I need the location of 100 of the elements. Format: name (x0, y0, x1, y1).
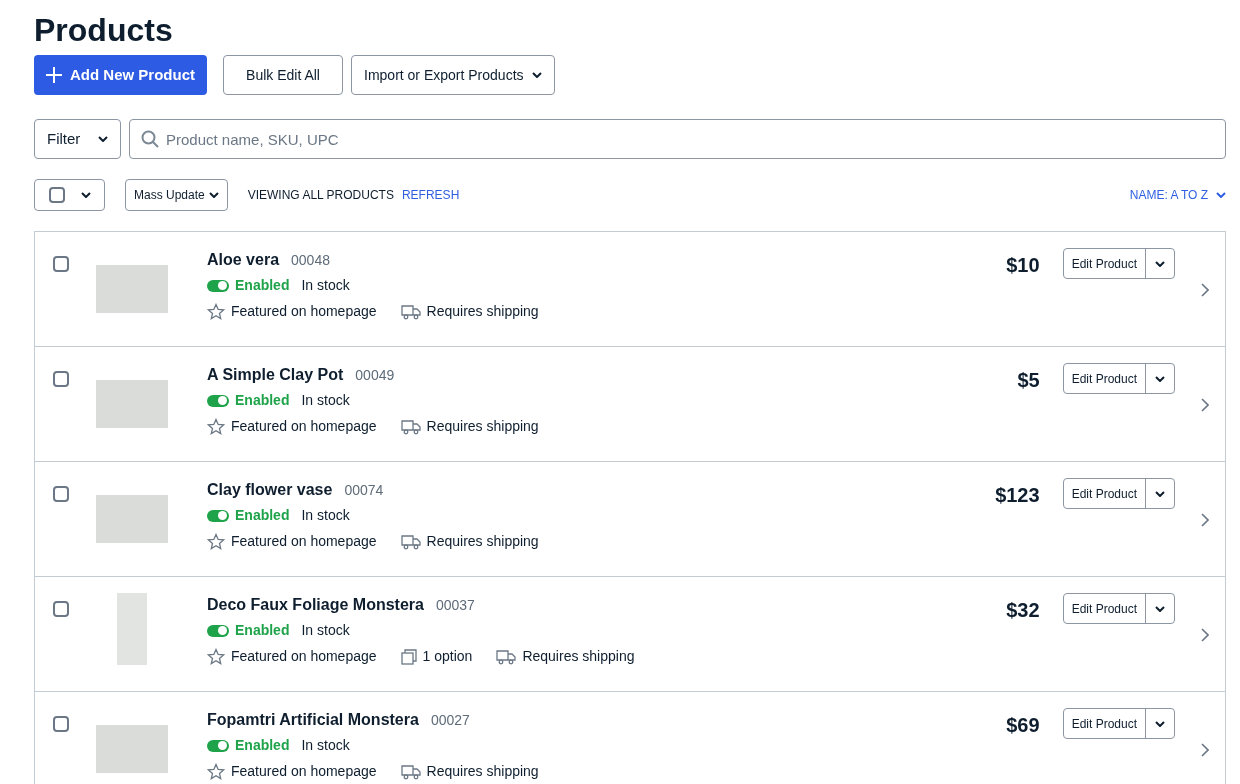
toggle-switch[interactable] (207, 739, 229, 752)
product-name[interactable]: Aloe vera (207, 248, 280, 272)
product-name[interactable]: A Simple Clay Pot (207, 363, 344, 387)
caret-icon (1155, 375, 1165, 382)
stock-label: In stock (301, 506, 350, 525)
edit-product-split-button[interactable]: Edit Product (1062, 708, 1175, 739)
product-price: $10 (1006, 253, 1040, 278)
photo-placeholder (117, 593, 147, 665)
truck-icon (400, 763, 421, 780)
tag-label: Featured on homepage (231, 762, 377, 781)
edit-product-split-button[interactable]: Edit Product (1062, 593, 1175, 624)
plus-icon (46, 67, 62, 83)
product-sku: 00074 (344, 481, 384, 500)
edit-product-button[interactable]: Edit Product (1063, 364, 1146, 393)
product-name[interactable]: Clay flower vase (207, 478, 333, 502)
product-price: $123 (995, 483, 1040, 508)
product-row[interactable]: Aloe vera 00048 Enabled In stock Featured on homepage Requires shipping $10 Edit Product (35, 232, 1225, 347)
photo-placeholder (96, 495, 168, 543)
stock-label: In stock (301, 621, 350, 640)
tag-label: Featured on homepage (231, 417, 377, 436)
chevron-right-icon (1201, 743, 1209, 757)
toggle-switch[interactable] (207, 279, 229, 292)
star-icon (207, 532, 225, 551)
truck-icon (400, 533, 421, 550)
product-sku: 00037 (435, 596, 475, 615)
product-price: $32 (1006, 598, 1040, 623)
product-name[interactable]: Deco Faux Foliage Monstera (207, 593, 424, 617)
mass-update-dropdown[interactable]: Mass Update (125, 179, 228, 211)
photo-placeholder (96, 380, 168, 428)
copy-icon (400, 648, 417, 665)
refresh-link[interactable]: REFRESH (401, 186, 460, 204)
edit-product-button[interactable]: Edit Product (1063, 594, 1146, 623)
chevron-right-icon (1201, 283, 1209, 297)
edit-product-split-button[interactable]: Edit Product (1062, 478, 1175, 509)
caret-icon (80, 192, 91, 198)
toggle-switch[interactable] (207, 394, 229, 407)
product-row[interactable]: Clay flower vase 00074 Enabled In stock Featured on homepage Requires shipping $123 Edit Product (35, 462, 1225, 577)
product-row[interactable]: Fopamtri Artificial Monstera 00027 Enabled In stock Featured on homepage Requires shipping $69 Edit Product (35, 692, 1225, 784)
checkbox[interactable] (53, 716, 69, 732)
chevron-right-icon (1201, 628, 1209, 642)
filter-dropdown[interactable]: Filter (34, 119, 121, 159)
caret-icon (1155, 720, 1165, 727)
edit-product-button[interactable]: Edit Product (1063, 479, 1146, 508)
bulk-edit-button[interactable]: Bulk Edit All (223, 55, 343, 95)
toggle-switch[interactable] (207, 509, 229, 522)
product-row[interactable]: Deco Faux Foliage Monstera 00037 Enabled In stock Featured on homepage 1 option Requires shipping $32 Edit Product (35, 577, 1225, 692)
star-icon (207, 417, 225, 436)
star-icon (207, 647, 225, 666)
truck-icon (496, 648, 517, 665)
tag-label: Featured on homepage (231, 532, 377, 551)
status-label: Enabled (235, 391, 290, 410)
edit-product-split-button[interactable]: Edit Product (1062, 363, 1175, 394)
product-sku: 00048 (291, 251, 330, 270)
caret-icon (98, 136, 108, 142)
tag-label: Featured on homepage (231, 302, 377, 321)
checkbox[interactable] (53, 601, 69, 617)
checkbox[interactable] (53, 256, 69, 272)
viewing-label: VIEWING ALL PRODUCTS (247, 187, 394, 204)
stock-label: In stock (301, 736, 350, 755)
edit-product-split-button[interactable]: Edit Product (1062, 248, 1175, 279)
import-export-dropdown[interactable]: Import or Export Products (351, 55, 555, 95)
tag-label: Requires shipping (426, 302, 539, 321)
product-sku: 00049 (355, 366, 395, 385)
tag-label: Requires shipping (522, 647, 635, 666)
status-label: Enabled (235, 621, 290, 640)
product-price: $5 (1017, 368, 1040, 393)
star-icon (207, 302, 225, 321)
checkbox[interactable] (53, 486, 69, 502)
product-row[interactable]: A Simple Clay Pot 00049 Enabled In stock Featured on homepage Requires shipping $5 Edit Product (35, 347, 1225, 462)
add-product-button[interactable]: Add New Product (34, 55, 207, 95)
photo-placeholder (96, 725, 168, 773)
truck-icon (400, 418, 421, 435)
search-icon (141, 130, 159, 148)
edit-product-button[interactable]: Edit Product (1063, 249, 1146, 278)
sort-dropdown[interactable]: NAME: A TO Z (1129, 186, 1226, 204)
product-name[interactable]: Fopamtri Artificial Monstera (207, 708, 419, 732)
caret-icon (1155, 260, 1165, 267)
product-sku: 00027 (430, 711, 470, 730)
tag-label: Requires shipping (426, 532, 539, 551)
tag-label: 1 option (422, 647, 473, 666)
caret-icon (1155, 490, 1165, 497)
toggle-switch[interactable] (207, 624, 229, 637)
tag-label: Featured on homepage (231, 647, 377, 666)
caret-icon (1155, 605, 1165, 612)
search-field[interactable]: Product name, SKU, UPC (129, 119, 1226, 159)
tag-label: Requires shipping (426, 762, 539, 781)
caret-icon (531, 72, 542, 78)
page-title: Products (34, 11, 174, 50)
status-label: Enabled (235, 506, 290, 525)
select-all-dropdown[interactable] (34, 179, 105, 211)
checkbox[interactable] (53, 371, 69, 387)
caret-icon (1216, 192, 1226, 198)
caret-icon (208, 192, 219, 198)
stock-label: In stock (301, 276, 350, 295)
status-label: Enabled (235, 276, 290, 295)
star-icon (207, 762, 225, 781)
stock-label: In stock (301, 391, 350, 410)
chevron-right-icon (1201, 513, 1209, 527)
edit-product-button[interactable]: Edit Product (1063, 709, 1146, 738)
photo-placeholder (96, 265, 168, 313)
